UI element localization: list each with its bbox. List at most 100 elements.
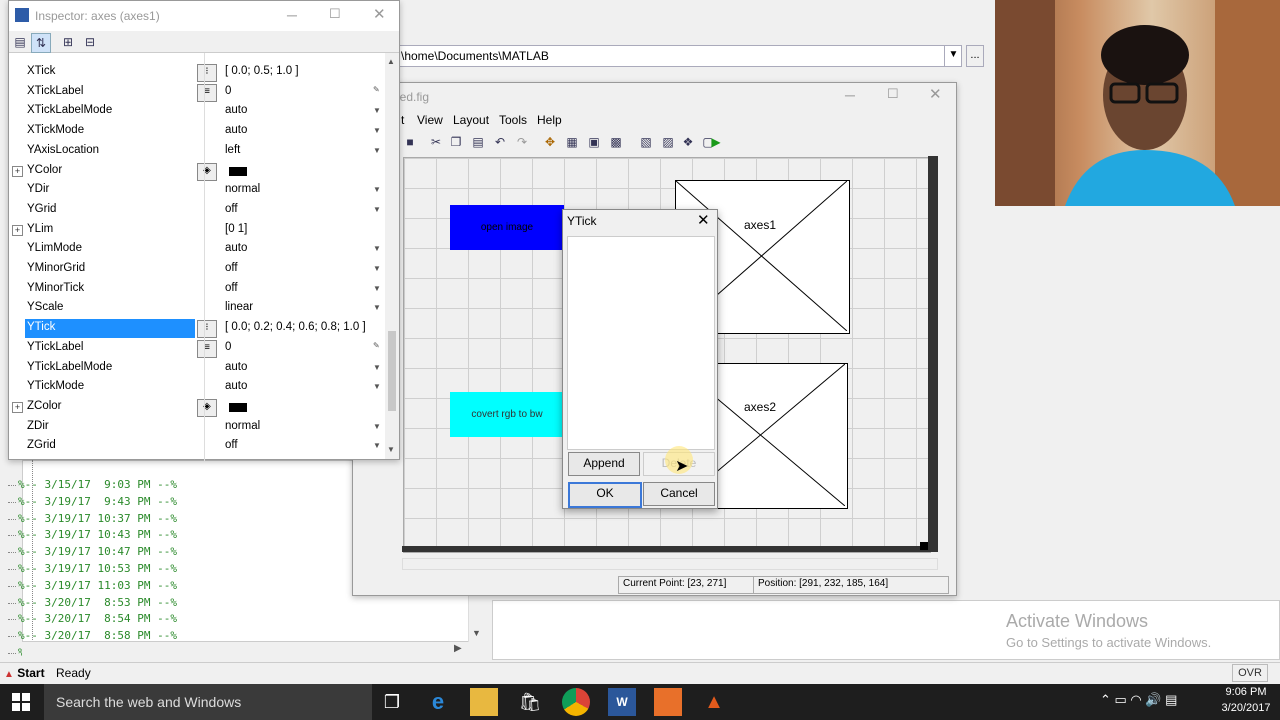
dropdown-arrow-icon[interactable]: ▼	[373, 284, 381, 293]
dropdown-arrow-icon[interactable]: ▼	[373, 441, 381, 450]
guide-horizontal-scrollbar[interactable]	[402, 558, 938, 570]
property-value[interactable]: 0	[225, 85, 231, 97]
property-row[interactable]: XTickMode auto ▼	[9, 122, 385, 142]
expand-all-icon[interactable]: ⊞	[59, 33, 77, 51]
file-explorer-icon[interactable]	[470, 688, 498, 716]
menu-tools[interactable]: Tools	[499, 113, 527, 127]
append-button[interactable]: Append	[568, 452, 640, 476]
history-entry[interactable]: %-- 3/19/17 10:37 PM --%	[8, 512, 177, 525]
convert-rgb-button[interactable]: covert rgb to bw	[450, 392, 564, 437]
property-row[interactable]: ZGrid off ▼	[9, 437, 385, 457]
cut-icon[interactable]: ✂	[427, 133, 445, 151]
list-editor-button[interactable]: ≡	[197, 83, 217, 102]
color-picker-button[interactable]: ◈	[197, 398, 217, 417]
property-row[interactable]: XTick ⁝ [ 0.0; 0.5; 1.0 ]	[9, 63, 385, 83]
array-editor-button[interactable]: ⁝	[197, 320, 217, 339]
matlab-taskbar-icon[interactable]: ▲	[700, 688, 728, 716]
property-row[interactable]: YTick ⁝ [ 0.0; 0.2; 0.4; 0.6; 0.8; 1.0 ]	[9, 319, 385, 339]
menu-layout[interactable]: Layout	[453, 113, 489, 127]
property-value[interactable]: [ 0.0; 0.5; 1.0 ]	[225, 65, 299, 77]
undo-icon[interactable]: ↶	[491, 133, 509, 151]
categorized-view-icon[interactable]: ▤	[11, 33, 29, 51]
store-icon[interactable]: 🛍	[516, 688, 544, 716]
task-view-icon[interactable]: ❐	[378, 688, 406, 716]
toolbar-editor-icon[interactable]: ▩	[607, 133, 625, 151]
dropdown-arrow-icon[interactable]: ▼	[373, 126, 381, 135]
history-entry[interactable]: %-- 3/19/17 10:47 PM --%	[8, 545, 177, 558]
clock-time[interactable]: 9:06 PM	[1216, 686, 1276, 698]
history-entry[interactable]: %-- 3/15/17 9:03 PM --%	[8, 478, 177, 491]
canvas-resize-edge-right[interactable]	[928, 156, 938, 552]
dropdown-arrow-icon[interactable]: ▼	[373, 185, 381, 194]
history-entry[interactable]: %-- 3/19/17 10:53 PM --%	[8, 562, 177, 575]
start-button[interactable]: ▲ Start	[4, 664, 48, 682]
canvas-resize-handle[interactable]	[920, 542, 928, 550]
array-editor-button[interactable]: ⁝	[197, 64, 217, 82]
property-row[interactable]: + ZColor ◈	[9, 398, 385, 418]
word-icon[interactable]: W	[608, 688, 636, 716]
browse-folder-button[interactable]: ...	[966, 45, 984, 67]
open-image-button[interactable]: open image	[450, 205, 564, 250]
windows-start-icon[interactable]	[12, 693, 30, 711]
property-value[interactable]: normal	[225, 420, 260, 432]
property-row[interactable]: YMinorTick off ▼	[9, 280, 385, 300]
redo-icon[interactable]: ↷	[513, 133, 531, 151]
history-entry[interactable]: %-- 3/19/17 9:43 PM --%	[8, 495, 177, 508]
property-row[interactable]: YMinorGrid off ▼	[9, 260, 385, 280]
edge-browser-icon[interactable]: e	[424, 688, 452, 716]
property-row[interactable]: YGrid off ▼	[9, 201, 385, 221]
cancel-button[interactable]: Cancel	[643, 482, 715, 506]
canvas-resize-edge-bottom[interactable]	[402, 546, 938, 552]
tab-order-icon[interactable]: ▣	[585, 133, 603, 151]
paint-icon[interactable]	[654, 688, 682, 716]
property-row[interactable]: + YLim [0 1]	[9, 221, 385, 241]
property-value[interactable]: off	[225, 439, 238, 451]
dropdown-arrow-icon[interactable]: ▼	[373, 264, 381, 273]
property-value[interactable]: linear	[225, 301, 253, 313]
dropdown-arrow-icon[interactable]: ▼	[373, 146, 381, 155]
collapse-all-icon[interactable]: ⊟	[81, 33, 99, 51]
property-value[interactable]: off	[225, 203, 238, 215]
property-row[interactable]: XTickLabelMode auto ▼	[9, 102, 385, 122]
dropdown-arrow-icon[interactable]: ▼	[373, 363, 381, 372]
maximize-button[interactable]: ☐	[887, 86, 899, 102]
color-picker-button[interactable]: ◈	[197, 162, 217, 181]
inspector-maximize-button[interactable]: ☐	[329, 6, 341, 22]
history-horizontal-scrollbar[interactable]: ▶	[22, 642, 468, 658]
ytick-values-list[interactable]	[567, 236, 715, 450]
run-icon[interactable]: ▶	[707, 133, 725, 151]
expand-toggle-icon[interactable]: +	[12, 165, 23, 177]
expand-toggle-icon[interactable]: +	[12, 401, 23, 413]
dialog-close-icon[interactable]: ✕	[697, 211, 710, 229]
menu-edit[interactable]: t	[401, 113, 404, 127]
property-value[interactable]: auto	[225, 124, 247, 136]
command-window-panel[interactable]	[492, 600, 1280, 660]
path-dropdown-button[interactable]: ▼	[944, 45, 962, 67]
property-value[interactable]: 0	[225, 341, 231, 353]
close-button[interactable]: ✕	[929, 85, 942, 103]
history-entry[interactable]: %-- 3/19/17 10:43 PM --%	[8, 528, 177, 541]
property-row[interactable]: YScale linear ▼	[9, 299, 385, 319]
history-entry[interactable]: %-- 3/20/17 8:53 PM --%	[8, 596, 177, 609]
property-row[interactable]: YDir normal ▼	[9, 181, 385, 201]
property-row[interactable]: YAxisLocation left ▼	[9, 142, 385, 162]
edit-pencil-icon[interactable]: ✎	[373, 85, 380, 94]
property-value[interactable]: off	[225, 282, 238, 294]
history-entry[interactable]: %-- 3/20/17 8:54 PM --%	[8, 612, 177, 625]
property-value[interactable]: off	[225, 262, 238, 274]
clock-date[interactable]: 3/20/2017	[1216, 702, 1276, 714]
property-row[interactable]: YTickLabel ≡ ✎ 0	[9, 339, 385, 359]
editor-icon[interactable]: ▧	[637, 133, 655, 151]
paste-icon[interactable]: ▤	[469, 133, 487, 151]
property-row[interactable]: YTickLabelMode auto ▼	[9, 359, 385, 379]
history-entry[interactable]: %-- 3/20/17 8:58 PM --%	[8, 629, 177, 642]
dropdown-arrow-icon[interactable]: ▼	[373, 422, 381, 431]
property-inspector-icon[interactable]: ▨	[659, 133, 677, 151]
property-row[interactable]: + YColor ◈	[9, 162, 385, 182]
inspector-minimize-button[interactable]: ─	[287, 7, 297, 23]
property-row[interactable]: ZDir normal ▼	[9, 418, 385, 438]
dropdown-arrow-icon[interactable]: ▼	[373, 106, 381, 115]
current-folder-field[interactable]: \home\Documents\MATLAB	[396, 45, 962, 67]
menu-editor-icon[interactable]: ▦	[563, 133, 581, 151]
taskbar-search-box[interactable]: Search the web and Windows	[44, 684, 372, 720]
